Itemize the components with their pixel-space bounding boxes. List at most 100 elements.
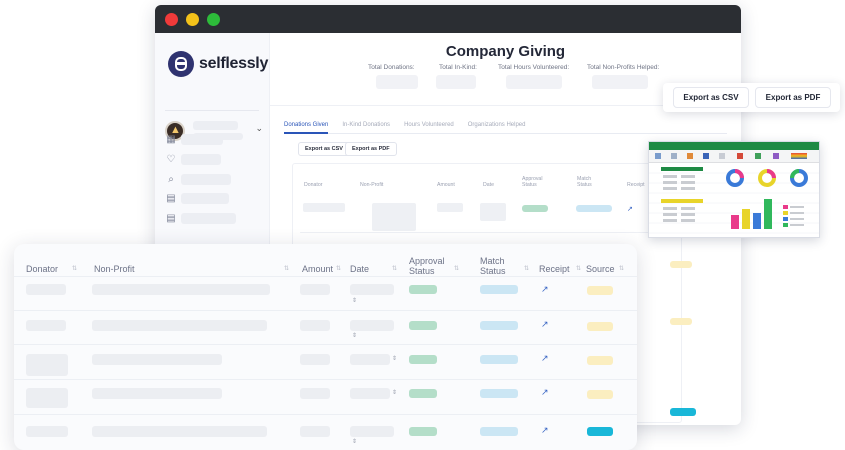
- sort-icon[interactable]: ⇅: [72, 265, 77, 272]
- brand-logo[interactable]: selflessly: [168, 51, 268, 77]
- source-pill: [587, 390, 613, 399]
- column-header-match-status[interactable]: Match Status: [480, 256, 518, 276]
- export-csv-button[interactable]: Export as CSV: [673, 87, 749, 108]
- approval-status-pill: [409, 389, 437, 398]
- nonprofit-placeholder: [92, 284, 270, 295]
- stepper-icon[interactable]: ⇕: [352, 438, 357, 445]
- source-pill: [670, 318, 692, 325]
- column-header-source[interactable]: Source: [586, 264, 615, 274]
- stat-value-placeholder: [376, 75, 418, 89]
- stepper-icon[interactable]: ⇕: [392, 389, 397, 396]
- sidebar-item-label: [181, 193, 229, 204]
- ribbon-icon: [671, 153, 677, 159]
- close-window-button[interactable]: [165, 13, 178, 26]
- sidebar-item-label: [181, 213, 236, 224]
- maximize-window-button[interactable]: [207, 13, 220, 26]
- calendar-icon: ▤: [166, 193, 176, 204]
- sidebar-item-label: [181, 134, 223, 145]
- sort-icon[interactable]: ⇅: [619, 265, 624, 272]
- logo-icon: [168, 51, 194, 77]
- stat-label-donations: Total Donations:: [368, 64, 415, 71]
- source-pill: [587, 286, 613, 295]
- export-csv-button[interactable]: Export as CSV: [298, 142, 350, 156]
- nonprofit-placeholder: [92, 426, 267, 437]
- spreadsheet-ribbon: [649, 150, 819, 163]
- sidebar-item-schedule[interactable]: ▤: [165, 212, 265, 226]
- tab-donations-given[interactable]: Donations Given: [284, 122, 328, 128]
- approval-status-pill: [522, 205, 548, 212]
- donator-placeholder: [26, 284, 66, 295]
- title-bar: [155, 5, 741, 33]
- ribbon-icon: [703, 153, 709, 159]
- nonprofit-placeholder: [92, 354, 222, 365]
- column-header-date[interactable]: Date: [350, 264, 369, 274]
- stat-value-placeholder: [592, 75, 648, 89]
- export-pdf-button[interactable]: Export as PDF: [755, 87, 831, 108]
- table-row-divider: [300, 232, 672, 233]
- divider: [165, 110, 259, 111]
- column-header-nonprofit[interactable]: Non-Profit: [360, 182, 383, 188]
- external-link-icon[interactable]: ↗: [541, 353, 549, 364]
- stepper-icon[interactable]: ⇕: [352, 297, 357, 304]
- sidebar-item-events[interactable]: ▤: [165, 192, 265, 206]
- spreadsheet-titlebar: [649, 142, 819, 150]
- sidebar-item-search[interactable]: ⌕: [165, 173, 265, 187]
- sort-icon[interactable]: ⇅: [454, 265, 459, 272]
- external-link-icon[interactable]: ↗: [541, 319, 549, 330]
- external-link-icon[interactable]: ↗: [627, 205, 633, 213]
- column-header-donator[interactable]: Donator: [26, 264, 58, 274]
- ribbon-icon: [719, 153, 725, 159]
- date-placeholder: [350, 426, 394, 437]
- approval-status-pill: [409, 427, 437, 436]
- export-menu: Export as CSV Export as PDF: [663, 83, 840, 112]
- column-header-match-status[interactable]: Match Status: [577, 176, 599, 188]
- cell-placeholder: [437, 203, 463, 212]
- column-header-receipt[interactable]: Receipt: [539, 264, 570, 274]
- column-header-amount[interactable]: Amount: [302, 264, 333, 274]
- column-header-approval-status[interactable]: Approval Status: [409, 256, 449, 276]
- column-header-amount[interactable]: Amount: [437, 182, 455, 188]
- stepper-icon[interactable]: ⇕: [352, 332, 357, 339]
- sort-icon[interactable]: ⇅: [392, 265, 397, 272]
- external-link-icon[interactable]: ↗: [541, 387, 549, 398]
- table-row-divider: [14, 276, 637, 277]
- ribbon-icon: [737, 153, 743, 159]
- column-header-date[interactable]: Date: [483, 182, 494, 188]
- sidebar-item-giving[interactable]: ♡: [165, 153, 265, 167]
- sort-icon[interactable]: ⇅: [576, 265, 581, 272]
- spreadsheet-content: [649, 167, 819, 234]
- nonprofit-placeholder: [92, 320, 267, 331]
- match-status-pill: [480, 321, 518, 330]
- grid-icon: ▦: [166, 134, 176, 145]
- column-header-approval-status[interactable]: Approval Status: [522, 176, 548, 188]
- amount-placeholder: [300, 354, 330, 365]
- column-header-donator[interactable]: Donator: [304, 182, 322, 188]
- minimize-window-button[interactable]: [186, 13, 199, 26]
- nonprofit-placeholder: [92, 388, 222, 399]
- sort-icon[interactable]: ⇅: [336, 265, 341, 272]
- match-status-pill: [480, 389, 518, 398]
- cell-placeholder: [480, 203, 506, 221]
- tab-hours-volunteered[interactable]: Hours Volunteered: [404, 122, 454, 128]
- column-header-nonprofit[interactable]: Non-Profit: [94, 264, 135, 274]
- stat-value-placeholder: [436, 75, 476, 89]
- approval-status-pill: [409, 285, 437, 294]
- sidebar-item-dashboard[interactable]: ▦: [165, 133, 265, 147]
- ribbon-icon: [687, 153, 693, 159]
- external-link-icon[interactable]: ↗: [541, 425, 549, 436]
- column-header-receipt[interactable]: Receipt: [627, 182, 645, 188]
- tab-inkind-donations[interactable]: In-Kind Donations: [342, 122, 390, 128]
- external-link-icon[interactable]: ↗: [541, 284, 549, 295]
- source-pill-active: [587, 427, 613, 436]
- ribbon-icon: [773, 153, 779, 159]
- stepper-icon[interactable]: ⇕: [392, 355, 397, 362]
- export-pdf-button[interactable]: Export as PDF: [345, 142, 397, 156]
- sidebar-item-label: [181, 154, 221, 165]
- table-row-divider: [14, 379, 637, 380]
- page-title: Company Giving: [445, 43, 566, 60]
- match-status-pill: [480, 355, 518, 364]
- stat-label-nonprofits: Total Non-Profits Helped:: [587, 64, 660, 71]
- sort-icon[interactable]: ⇅: [524, 265, 529, 272]
- tab-organizations-helped[interactable]: Organizations Helped: [468, 122, 526, 128]
- sort-icon[interactable]: ⇅: [284, 265, 289, 272]
